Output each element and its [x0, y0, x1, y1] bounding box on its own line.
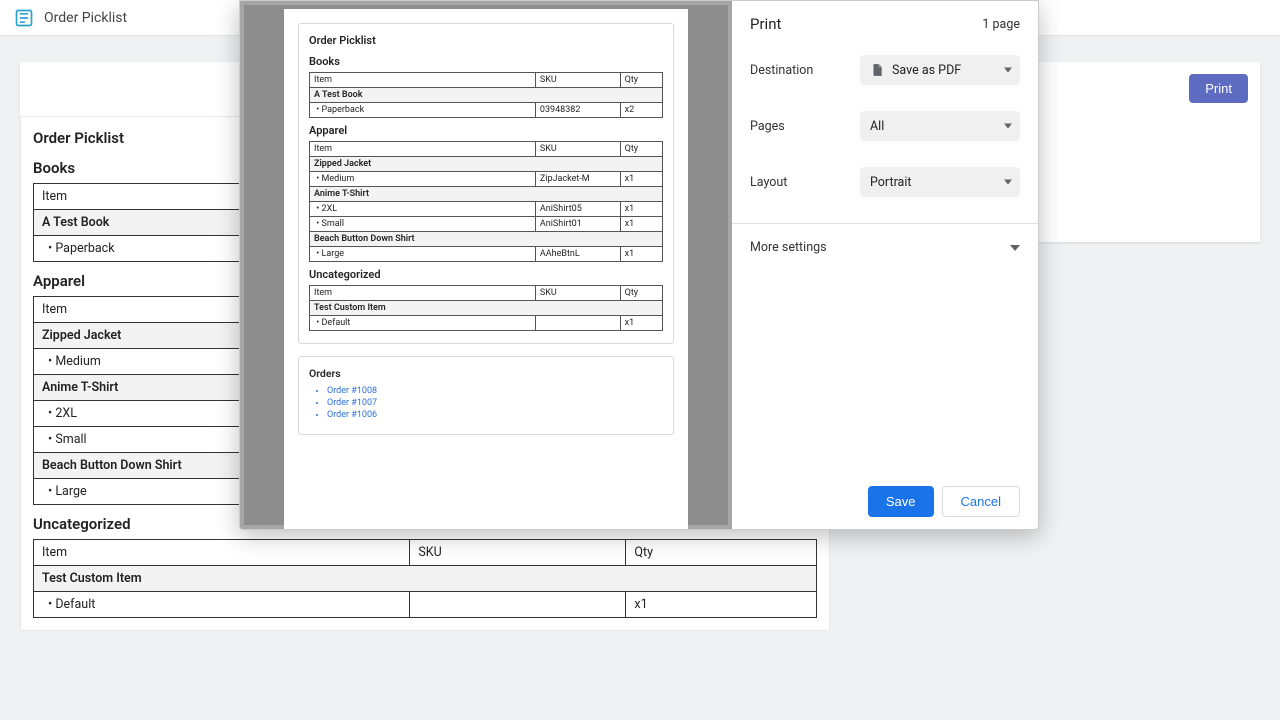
chevron-down-icon	[1010, 243, 1020, 253]
order-link[interactable]: Order #1007	[327, 398, 663, 408]
pages-label: Pages	[750, 119, 860, 134]
destination-select[interactable]: Save as PDF	[860, 55, 1020, 85]
print-button[interactable]: Print	[1189, 74, 1248, 103]
orders-list: Order #1008 Order #1007 Order #1006	[309, 386, 663, 420]
preview-section-heading: Apparel	[309, 124, 663, 137]
preview-table: ItemSKUQty Zipped Jacket • MediumZipJack…	[309, 141, 663, 262]
setting-pages-row: Pages All	[750, 111, 1020, 141]
orders-heading: Orders	[309, 367, 663, 380]
print-preview-page: Order Picklist Books ItemSKUQty A Test B…	[284, 9, 688, 529]
preview-title: Order Picklist	[309, 34, 663, 47]
print-preview-scroll[interactable]: Order Picklist Books ItemSKUQty A Test B…	[244, 5, 728, 525]
more-settings-label: More settings	[750, 240, 827, 255]
table-group-row: Test Custom Item	[34, 566, 817, 592]
app-icon	[14, 8, 34, 28]
save-button[interactable]: Save	[868, 486, 934, 517]
setting-layout-row: Layout Portrait	[750, 167, 1020, 197]
pages-value: All	[870, 119, 884, 134]
order-link[interactable]: Order #1006	[327, 410, 663, 420]
preview-picklist-card: Order Picklist Books ItemSKUQty A Test B…	[298, 23, 674, 344]
preview-orders-card: Orders Order #1008 Order #1007 Order #10…	[298, 356, 674, 435]
print-header: Print 1 page	[750, 15, 1020, 33]
print-preview-pane[interactable]: Order Picklist Books ItemSKUQty A Test B…	[240, 1, 732, 529]
destination-value: Save as PDF	[892, 63, 961, 78]
layout-select[interactable]: Portrait	[860, 167, 1020, 197]
order-link[interactable]: Order #1008	[327, 386, 663, 396]
print-settings-pane: Print 1 page Destination Save as PDF Pag…	[732, 1, 1038, 529]
pages-select[interactable]: All	[860, 111, 1020, 141]
layout-label: Layout	[750, 175, 860, 190]
print-dialog: Order Picklist Books ItemSKUQty A Test B…	[239, 0, 1039, 530]
destination-label: Destination	[750, 63, 860, 78]
preview-table: ItemSKUQty A Test Book • Paperback039483…	[309, 72, 663, 118]
chevron-down-icon	[1004, 124, 1012, 129]
app-title: Order Picklist	[44, 10, 127, 26]
picklist-table: Item SKU Qty Test Custom Item • Default …	[33, 539, 817, 618]
setting-destination-row: Destination Save as PDF	[750, 55, 1020, 85]
more-settings-toggle[interactable]: More settings	[750, 234, 1020, 255]
print-title: Print	[750, 15, 781, 33]
table-header-row: Item SKU Qty	[34, 540, 817, 566]
divider	[732, 223, 1038, 224]
preview-section-heading: Books	[309, 55, 663, 68]
page-count: 1 page	[982, 17, 1020, 32]
chevron-down-icon	[1004, 180, 1012, 185]
dialog-buttons: Save Cancel	[750, 478, 1020, 517]
preview-section-heading: Uncategorized	[309, 268, 663, 281]
pdf-icon	[870, 63, 884, 77]
cancel-button[interactable]: Cancel	[942, 486, 1020, 517]
preview-table: ItemSKUQty Test Custom Item • Defaultx1	[309, 285, 663, 331]
chevron-down-icon	[1004, 68, 1012, 73]
layout-value: Portrait	[870, 175, 912, 190]
table-row: • Default x1	[34, 592, 817, 618]
